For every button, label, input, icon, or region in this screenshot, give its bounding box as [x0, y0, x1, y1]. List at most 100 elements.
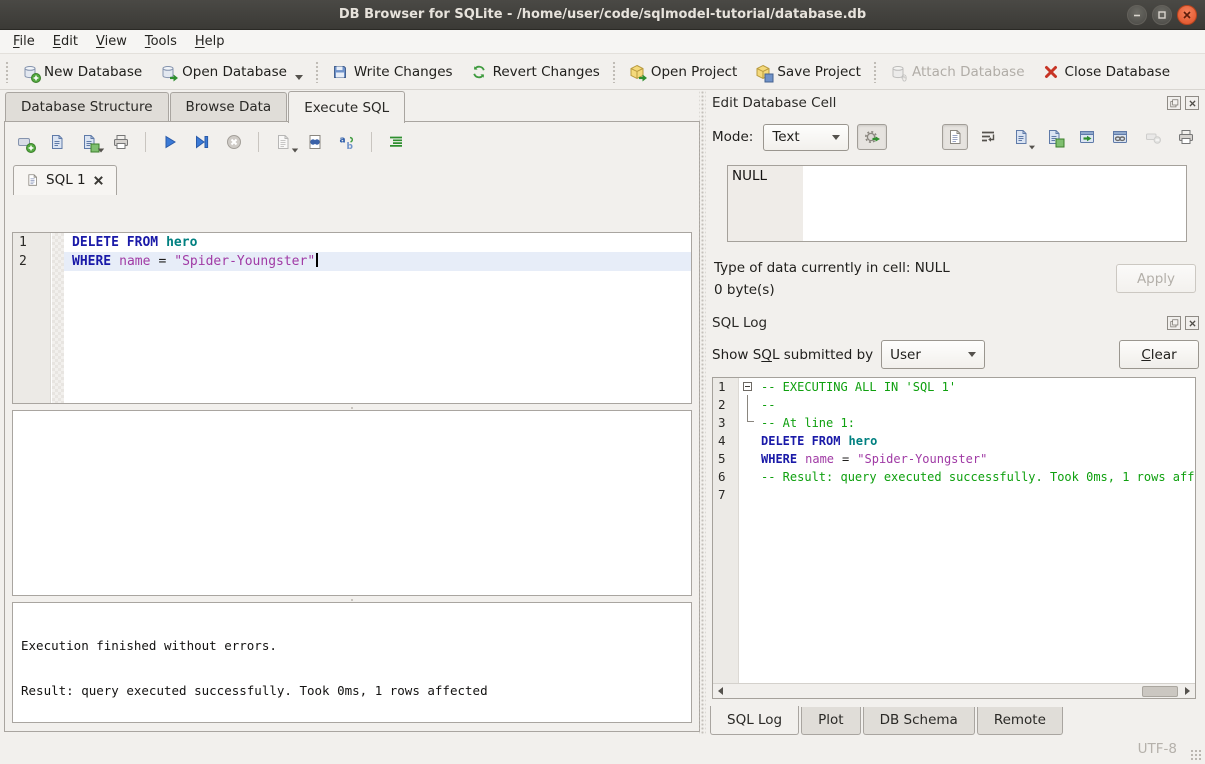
- tab-sql-log[interactable]: SQL Log: [710, 706, 799, 735]
- save-results-icon: [275, 134, 291, 150]
- menu-edit[interactable]: Edit: [44, 32, 87, 51]
- pane-splitter[interactable]: [699, 90, 706, 735]
- stop-icon: [226, 134, 242, 150]
- close-tab-icon[interactable]: [93, 175, 104, 186]
- new-database-button[interactable]: New Database: [13, 59, 151, 85]
- export-cell-data-button[interactable]: [1041, 124, 1067, 150]
- tab-database-structure[interactable]: Database Structure: [5, 92, 169, 122]
- cell-value-editor[interactable]: NULL: [727, 165, 1187, 242]
- save-project-button[interactable]: Save Project: [746, 59, 870, 85]
- open-sql-file-button[interactable]: [47, 133, 67, 151]
- word-wrap-icon: [980, 129, 996, 145]
- close-database-button[interactable]: Close Database: [1034, 59, 1179, 85]
- text-document-icon: [947, 129, 963, 145]
- open-database-icon: [160, 64, 176, 80]
- line-number: 3: [713, 414, 738, 432]
- submitter-select[interactable]: User: [881, 340, 985, 369]
- print-icon: [113, 134, 129, 150]
- fold-corner: [747, 413, 754, 422]
- log-line-2: --: [755, 396, 1195, 414]
- sql-file-tab-label: SQL 1: [46, 172, 86, 188]
- menu-view[interactable]: View: [87, 32, 136, 51]
- tab-plot[interactable]: Plot: [801, 707, 860, 735]
- tab-execute-sql[interactable]: Execute SQL: [288, 91, 405, 123]
- toolbar-grip[interactable]: [612, 61, 617, 83]
- import-cell-data-button[interactable]: [1008, 124, 1034, 150]
- attach-database-button: Attach Database: [881, 59, 1034, 85]
- editor-line-number-gutter: 1 2: [13, 233, 51, 403]
- clear-log-button[interactable]: Clear: [1119, 340, 1199, 369]
- editor-code-area[interactable]: DELETE FROMhero WHEREname="Spider-Youngs…: [64, 233, 691, 271]
- sql-toolbar: [5, 122, 699, 162]
- horizontal-scrollbar[interactable]: [713, 683, 1195, 698]
- log-line-7: [755, 486, 1195, 504]
- sql-doc-icon: [26, 173, 39, 187]
- format-sql-button[interactable]: [386, 133, 406, 151]
- text-mode-toggle[interactable]: [942, 124, 968, 150]
- toolbar-grip[interactable]: [5, 61, 10, 83]
- open-database-button[interactable]: Open Database: [151, 59, 312, 85]
- close-dock-icon[interactable]: [1185, 316, 1199, 330]
- line-number: 7: [713, 486, 738, 504]
- maximize-icon[interactable]: [1152, 5, 1172, 25]
- close-icon[interactable]: [1177, 5, 1197, 25]
- statusbar: UTF-8: [0, 735, 1205, 764]
- edit-database-cell-dock: Edit Database Cell Mode: Text: [706, 90, 1205, 312]
- log-fold-margin[interactable]: [740, 378, 755, 683]
- menu-help[interactable]: Help: [186, 32, 234, 51]
- menu-file[interactable]: File: [4, 32, 44, 51]
- toolbar-separator: [145, 132, 146, 152]
- close-dock-icon[interactable]: [1185, 96, 1199, 110]
- write-changes-button[interactable]: Write Changes: [323, 59, 462, 85]
- scrollbar-thumb[interactable]: [1142, 686, 1178, 697]
- float-dock-icon[interactable]: [1167, 96, 1181, 110]
- sql-log-view[interactable]: 1 2 3 4 5 6 7 -- EXECUTING ALL IN 'SQL 1…: [712, 377, 1196, 699]
- sql-file-tab[interactable]: SQL 1: [13, 165, 117, 195]
- bottom-dock-tabbar: SQL Log Plot DB Schema Remote: [710, 707, 1065, 735]
- execute-line-icon: [194, 134, 210, 150]
- fold-collapse-icon[interactable]: [743, 382, 752, 391]
- execution-messages[interactable]: Execution finished without errors. Resul…: [12, 602, 692, 723]
- new-sql-tab-button[interactable]: [15, 133, 35, 151]
- tab-remote[interactable]: Remote: [977, 707, 1063, 735]
- sql-editor[interactable]: 1 2 DELETE FROMhero WHEREname="Spider-Yo…: [12, 232, 692, 404]
- titlebar[interactable]: DB Browser for SQLite - /home/user/code/…: [0, 0, 1205, 30]
- log-line-5: WHEREname="Spider-Youngster": [755, 450, 1195, 468]
- execute-current-line-button[interactable]: [192, 133, 212, 151]
- copy-link-button[interactable]: [1107, 124, 1133, 150]
- editor-fold-margin: [52, 233, 64, 403]
- tab-browse-data[interactable]: Browse Data: [170, 92, 288, 122]
- word-wrap-button[interactable]: [975, 124, 1001, 150]
- open-database-dropdown-icon[interactable]: [295, 75, 303, 80]
- open-project-button[interactable]: Open Project: [620, 59, 747, 85]
- float-dock-icon[interactable]: [1167, 316, 1181, 330]
- open-in-external-button[interactable]: [1074, 124, 1100, 150]
- minimize-icon[interactable]: [1127, 5, 1147, 25]
- auto-mode-button[interactable]: [857, 124, 887, 150]
- mode-select[interactable]: Text: [763, 124, 849, 151]
- scroll-right-icon[interactable]: [1180, 684, 1195, 698]
- main-toolbar: New Database Open Database Write Changes…: [0, 54, 1205, 90]
- find-button[interactable]: [305, 133, 325, 151]
- sql-file-tabbar: SQL 1: [5, 162, 699, 195]
- revert-changes-button[interactable]: Revert Changes: [462, 59, 609, 85]
- find-replace-button[interactable]: [337, 133, 357, 151]
- scroll-left-icon[interactable]: [713, 684, 728, 698]
- save-sql-dropdown-icon[interactable]: [98, 149, 104, 153]
- save-sql-file-button[interactable]: [79, 133, 99, 151]
- open-project-icon: [629, 64, 645, 80]
- resize-grip[interactable]: [1190, 749, 1202, 761]
- execute-all-button[interactable]: [160, 133, 180, 151]
- toolbar-grip[interactable]: [873, 61, 878, 83]
- tab-db-schema[interactable]: DB Schema: [863, 707, 975, 735]
- print-sql-button[interactable]: [111, 133, 131, 151]
- line-number: 1: [713, 378, 738, 396]
- results-pane[interactable]: [12, 410, 692, 596]
- import-dropdown-icon[interactable]: [1029, 146, 1035, 150]
- message-line: Execution finished without errors.: [21, 638, 683, 653]
- toolbar-separator: [258, 132, 259, 152]
- toolbar-grip[interactable]: [315, 61, 320, 83]
- execute-sql-page: SQL 1 1 2 DELETE FROMhero WHEREname="Spi…: [4, 121, 700, 732]
- print-cell-button[interactable]: [1173, 124, 1199, 150]
- menu-tools[interactable]: Tools: [136, 32, 186, 51]
